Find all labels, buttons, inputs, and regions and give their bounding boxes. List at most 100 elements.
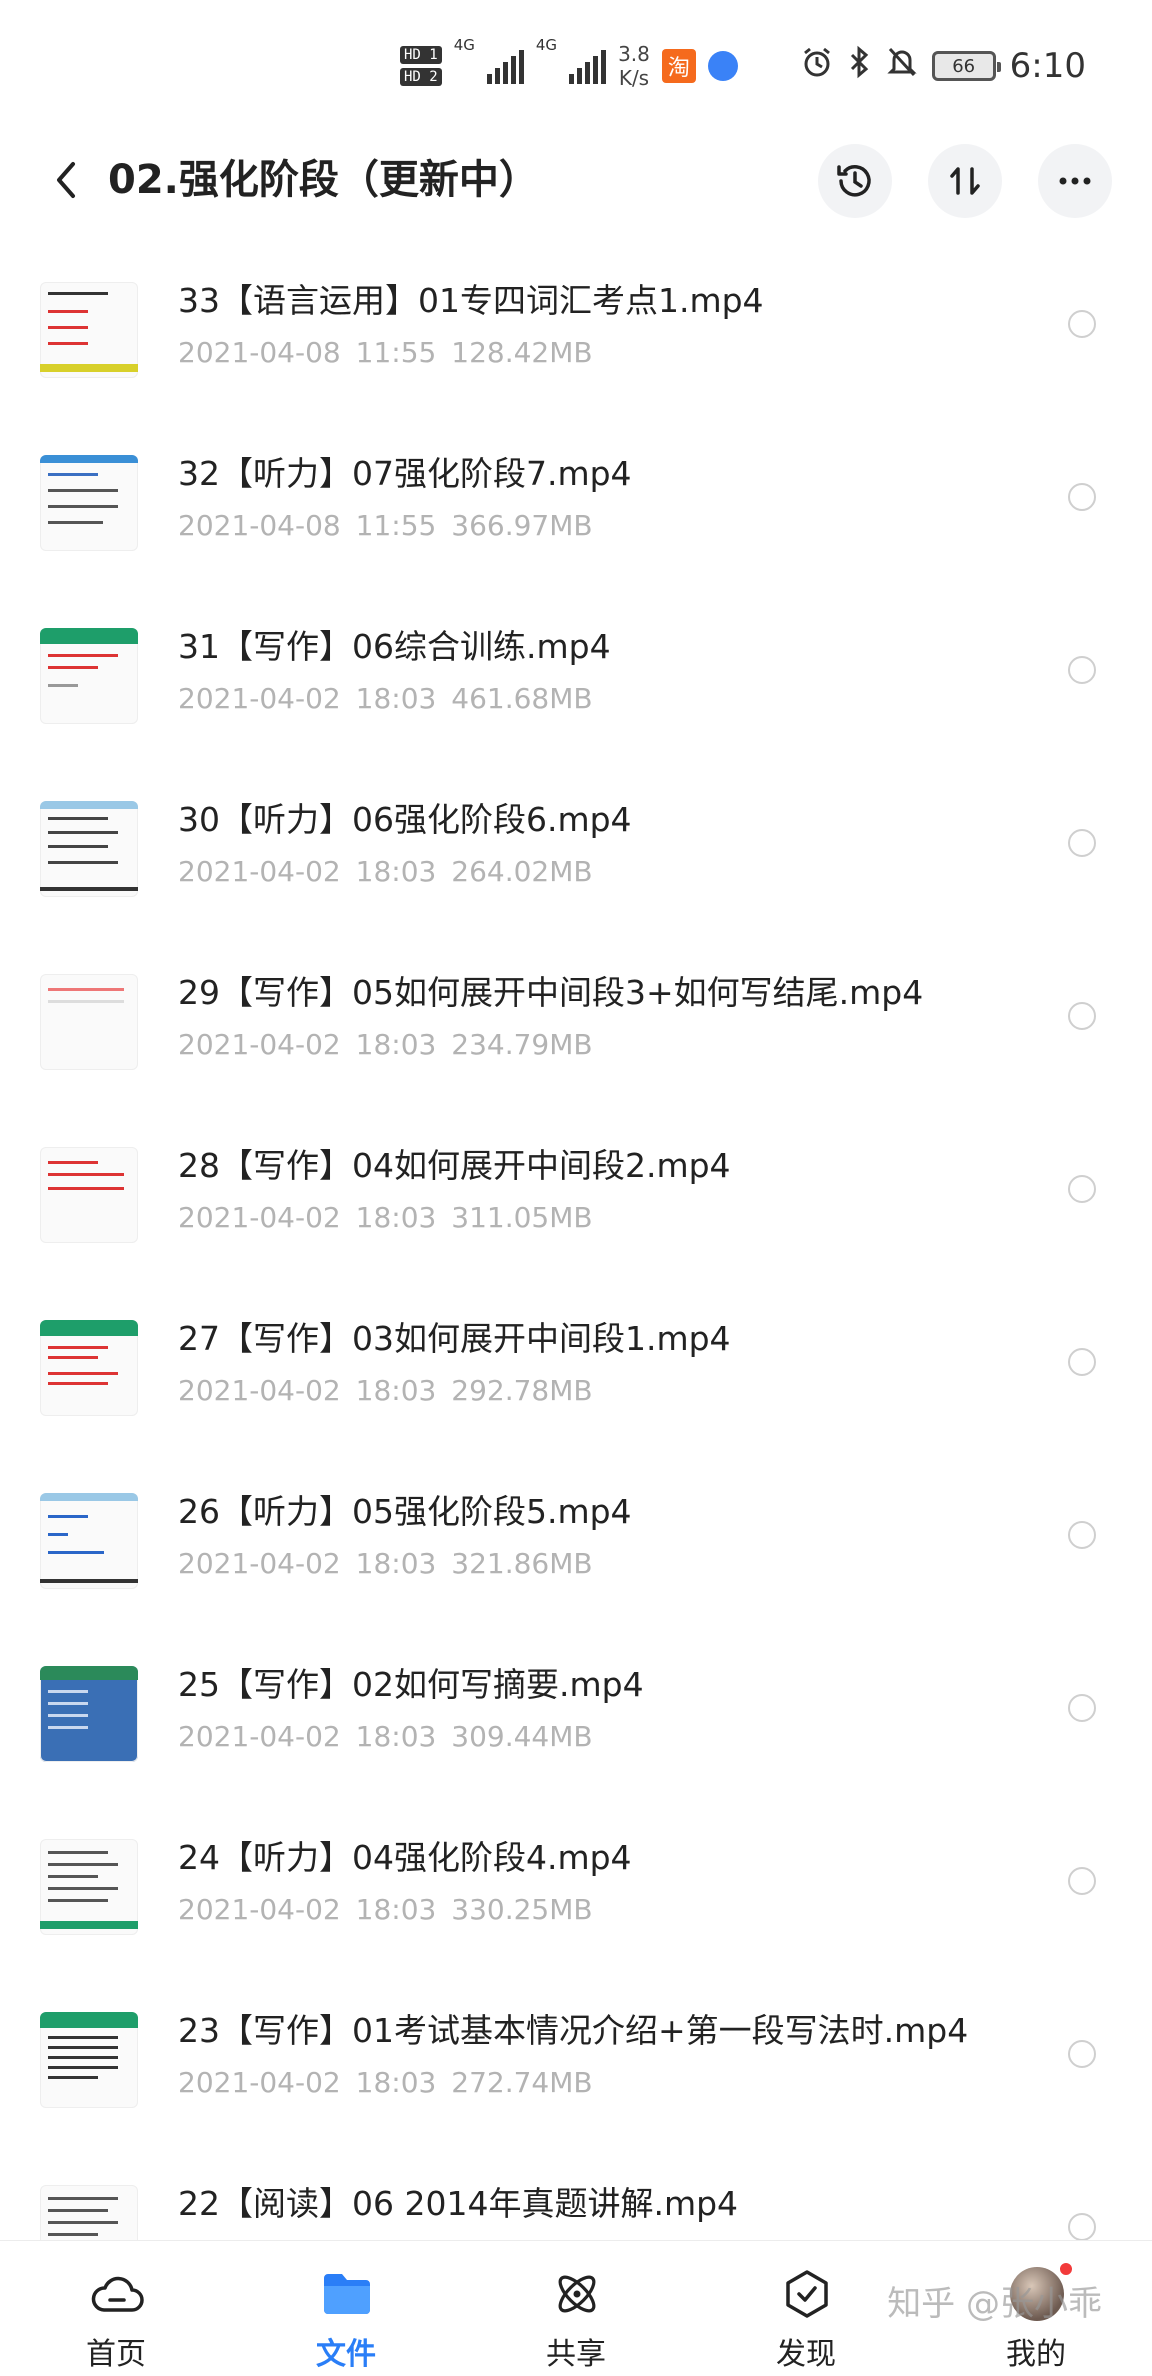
file-meta: 2021-04-02 18:03 309.44MB	[178, 1720, 593, 1753]
file-meta: 2021-04-02 18:03 311.05MB	[178, 1201, 593, 1234]
network-speed: 3.8 K/s	[618, 42, 650, 90]
file-size: 311.05MB	[451, 1201, 593, 1234]
signal-icon	[569, 48, 607, 84]
chevron-left-icon	[57, 162, 75, 198]
nav-label: 文件	[316, 2337, 376, 2372]
battery-icon: 66	[931, 51, 1001, 81]
select-radio[interactable]	[1068, 829, 1096, 857]
nav-home[interactable]: 首页	[16, 2241, 216, 2376]
file-time: 18:03	[355, 682, 437, 715]
file-row[interactable]: 23【写作】01考试基本情况介绍+第一段写法时.mp4 2021-04-02 1…	[0, 1974, 1152, 2147]
file-row[interactable]: 31【写作】06综合训练.mp4 2021-04-02 18:03 461.68…	[0, 590, 1152, 763]
file-row[interactable]: 27【写作】03如何展开中间段1.mp4 2021-04-02 18:03 29…	[0, 1282, 1152, 1455]
video-thumbnail	[40, 1147, 138, 1243]
file-time: 18:03	[355, 2066, 437, 2099]
file-row[interactable]: 28【写作】04如何展开中间段2.mp4 2021-04-02 18:03 31…	[0, 1109, 1152, 1282]
select-radio[interactable]	[1068, 2040, 1096, 2068]
nav-files[interactable]: 文件	[246, 2241, 446, 2376]
file-row[interactable]: 25【写作】02如何写摘要.mp4 2021-04-02 18:03 309.4…	[0, 1628, 1152, 1801]
video-thumbnail	[40, 801, 138, 897]
file-time: 18:03	[355, 1720, 437, 1753]
file-row[interactable]: 26【听力】05强化阶段5.mp4 2021-04-02 18:03 321.8…	[0, 1455, 1152, 1628]
network-type-2: 4G	[535, 36, 558, 54]
video-thumbnail	[40, 2185, 138, 2240]
file-row[interactable]: 29【写作】05如何展开中间段3+如何写结尾.mp4 2021-04-02 18…	[0, 936, 1152, 1109]
select-radio[interactable]	[1068, 1348, 1096, 1376]
select-radio[interactable]	[1068, 1175, 1096, 1203]
file-date: 2021-04-08	[178, 509, 341, 542]
file-date: 2021-04-02	[178, 1374, 341, 1407]
file-size: 321.86MB	[451, 1547, 593, 1580]
select-radio[interactable]	[1068, 1694, 1096, 1722]
history-button[interactable]	[818, 144, 892, 218]
file-row[interactable]: 24【听力】04强化阶段4.mp4 2021-04-02 18:03 330.2…	[0, 1801, 1152, 1974]
file-name: 31【写作】06综合训练.mp4	[178, 627, 611, 666]
file-date: 2021-04-02	[178, 855, 341, 888]
file-name: 29【写作】05如何展开中间段3+如何写结尾.mp4	[178, 973, 924, 1012]
hd1-label: HD 1	[400, 46, 442, 64]
select-radio[interactable]	[1068, 1867, 1096, 1895]
file-row[interactable]: 32【听力】07强化阶段7.mp4 2021-04-08 11:55 366.9…	[0, 417, 1152, 590]
network-type-1: 4G	[453, 36, 475, 54]
hd-indicator: HD 1 HD 2	[400, 46, 442, 86]
file-meta: 2021-04-02 18:03 234.79MB	[178, 1028, 593, 1061]
more-icon	[1059, 177, 1091, 185]
file-name: 24【听力】04强化阶段4.mp4	[178, 1838, 632, 1877]
file-row[interactable]: 22【阅读】06 2014年真题讲解.mp4	[0, 2147, 1152, 2240]
file-row[interactable]: 30【听力】06强化阶段6.mp4 2021-04-02 18:03 264.0…	[0, 763, 1152, 936]
nav-discover[interactable]: 发现	[706, 2241, 906, 2376]
discover-icon	[780, 2267, 834, 2321]
top-bar: 02.强化阶段（更新中）	[0, 130, 1152, 230]
nav-share[interactable]: 共享	[476, 2241, 676, 2376]
file-date: 2021-04-02	[178, 2066, 341, 2099]
file-time: 11:55	[355, 336, 437, 369]
video-thumbnail	[40, 1320, 138, 1416]
file-meta: 2021-04-02 18:03 264.02MB	[178, 855, 593, 888]
nav-label: 我的	[1006, 2337, 1066, 2372]
history-icon	[837, 165, 871, 197]
file-list: 33【语言运用】01专四词汇考点1.mp4 2021-04-08 11:55 1…	[0, 244, 1152, 2240]
file-date: 2021-04-02	[178, 1201, 341, 1234]
file-meta: 2021-04-02 18:03 330.25MB	[178, 1893, 593, 1926]
notification-dot	[1058, 2261, 1074, 2277]
file-meta: 2021-04-02 18:03 321.86MB	[178, 1547, 593, 1580]
video-thumbnail	[40, 1493, 138, 1589]
file-row[interactable]: 33【语言运用】01专四词汇考点1.mp4 2021-04-08 11:55 1…	[0, 244, 1152, 417]
file-date: 2021-04-02	[178, 1720, 341, 1753]
select-radio[interactable]	[1068, 1521, 1096, 1549]
file-meta: 2021-04-08 11:55 128.42MB	[178, 336, 593, 369]
battery-level: 66	[952, 55, 976, 77]
file-meta: 2021-04-02 18:03 292.78MB	[178, 1374, 593, 1407]
page-title: 02.强化阶段（更新中）	[108, 157, 539, 203]
file-name: 33【语言运用】01专四词汇考点1.mp4	[178, 281, 764, 320]
file-date: 2021-04-08	[178, 336, 341, 369]
file-time: 11:55	[355, 509, 437, 542]
file-size: 264.02MB	[451, 855, 593, 888]
file-name: 27【写作】03如何展开中间段1.mp4	[178, 1319, 731, 1358]
file-size: 128.42MB	[451, 336, 593, 369]
select-radio[interactable]	[1068, 656, 1096, 684]
file-date: 2021-04-02	[178, 1893, 341, 1926]
file-size: 330.25MB	[451, 1893, 593, 1926]
select-radio[interactable]	[1068, 310, 1096, 338]
file-meta: 2021-04-02 18:03 272.74MB	[178, 2066, 593, 2099]
more-button[interactable]	[1038, 144, 1112, 218]
cloud-icon	[90, 2267, 144, 2321]
file-name: 26【听力】05强化阶段5.mp4	[178, 1492, 632, 1531]
nav-label: 首页	[86, 2337, 146, 2372]
video-thumbnail	[40, 2012, 138, 2108]
select-radio[interactable]	[1068, 1002, 1096, 1030]
file-size: 366.97MB	[451, 509, 593, 542]
file-name: 28【写作】04如何展开中间段2.mp4	[178, 1146, 731, 1185]
atom-icon	[550, 2267, 604, 2321]
video-thumbnail	[40, 1666, 138, 1762]
file-time: 18:03	[355, 855, 437, 888]
file-time: 18:03	[355, 1374, 437, 1407]
select-radio[interactable]	[1068, 2213, 1096, 2240]
select-radio[interactable]	[1068, 483, 1096, 511]
back-button[interactable]	[36, 150, 96, 210]
folder-icon	[320, 2267, 374, 2321]
sort-button[interactable]	[928, 144, 1002, 218]
file-time: 18:03	[355, 1028, 437, 1061]
clock: 6:10	[1009, 46, 1086, 86]
